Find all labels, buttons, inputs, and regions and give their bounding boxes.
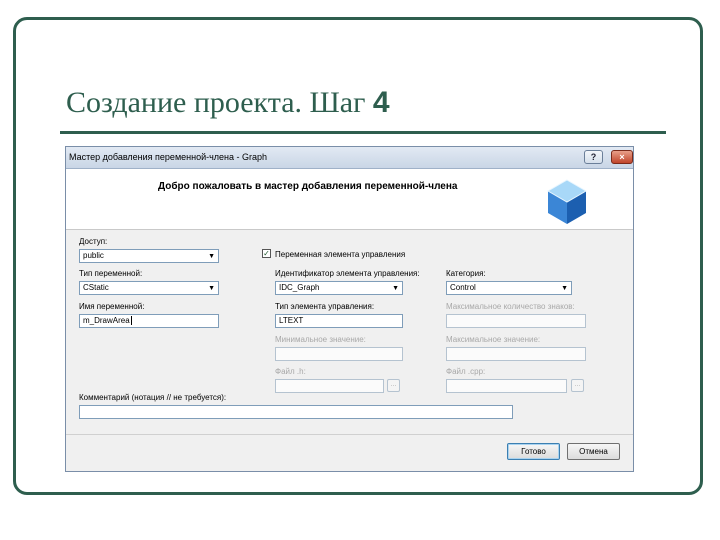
var-type-value: CStatic	[83, 283, 109, 292]
h-file-browse-button: ...	[387, 379, 400, 392]
var-type-label: Тип переменной:	[79, 269, 143, 278]
chevron-down-icon: ▼	[208, 253, 215, 260]
control-id-combo[interactable]: IDC_Graph ▼	[275, 281, 403, 295]
max-chars-input	[446, 314, 586, 328]
access-value: public	[83, 251, 104, 260]
var-name-input[interactable]: m_DrawArea	[79, 314, 219, 328]
comment-label: Комментарий (нотация // не требуется):	[79, 393, 227, 402]
footer-divider	[66, 434, 633, 435]
access-label: Доступ:	[79, 237, 108, 246]
max-chars-label: Максимальное количество знаков:	[446, 302, 575, 311]
control-id-label: Идентификатор элемента управления:	[275, 269, 420, 278]
slide-title-text: Создание проекта. Шаг	[66, 86, 373, 119]
chevron-down-icon: ▼	[208, 285, 215, 292]
control-type-label: Тип элемента управления:	[275, 302, 375, 311]
max-value-label: Максимальное значение:	[446, 335, 541, 344]
control-variable-label: Переменная элемента управления	[275, 250, 406, 259]
h-file-input	[275, 379, 384, 393]
min-value-label: Минимальное значение:	[275, 335, 366, 344]
category-label: Категория:	[446, 269, 486, 278]
comment-input[interactable]	[79, 405, 513, 419]
control-type-value: LTEXT	[279, 316, 304, 325]
close-button[interactable]: ×	[611, 150, 633, 164]
dialog-titlebar[interactable]: Мастер добавления переменной-члена - Gra…	[66, 147, 633, 169]
var-name-value: m_DrawArea	[83, 316, 130, 325]
wizard-cube-icon	[547, 179, 587, 224]
control-variable-checkbox[interactable]: ✓	[262, 249, 271, 258]
min-value-input	[275, 347, 403, 361]
wizard-banner: Добро пожаловать в мастер добавления пер…	[66, 169, 633, 230]
add-member-variable-wizard-dialog: Мастер добавления переменной-члена - Gra…	[65, 146, 634, 472]
dialog-title: Мастер добавления переменной-члена - Gra…	[69, 152, 268, 162]
cpp-file-label: Файл .cpp:	[446, 367, 486, 376]
var-name-label: Имя переменной:	[79, 302, 145, 311]
category-value: Control	[450, 283, 476, 292]
cancel-button[interactable]: Отмена	[567, 443, 620, 460]
control-id-value: IDC_Graph	[279, 283, 320, 292]
text-cursor	[130, 316, 132, 326]
chevron-down-icon: ▼	[561, 285, 568, 292]
chevron-down-icon: ▼	[392, 285, 399, 292]
welcome-heading: Добро пожаловать в мастер добавления пер…	[158, 181, 458, 192]
category-combo[interactable]: Control ▼	[446, 281, 572, 295]
slide-title: Создание проекта. Шаг 4	[66, 86, 390, 120]
var-type-combo[interactable]: CStatic ▼	[79, 281, 219, 295]
h-file-label: Файл .h:	[275, 367, 306, 376]
title-divider	[60, 131, 666, 134]
cpp-file-input	[446, 379, 567, 393]
cpp-file-browse-button: ...	[571, 379, 584, 392]
finish-button[interactable]: Готово	[507, 443, 560, 460]
help-button[interactable]: ?	[584, 150, 603, 164]
access-select[interactable]: public ▼	[79, 249, 219, 263]
max-value-input	[446, 347, 586, 361]
control-type-field[interactable]: LTEXT	[275, 314, 403, 328]
slide-title-step: 4	[372, 86, 390, 119]
